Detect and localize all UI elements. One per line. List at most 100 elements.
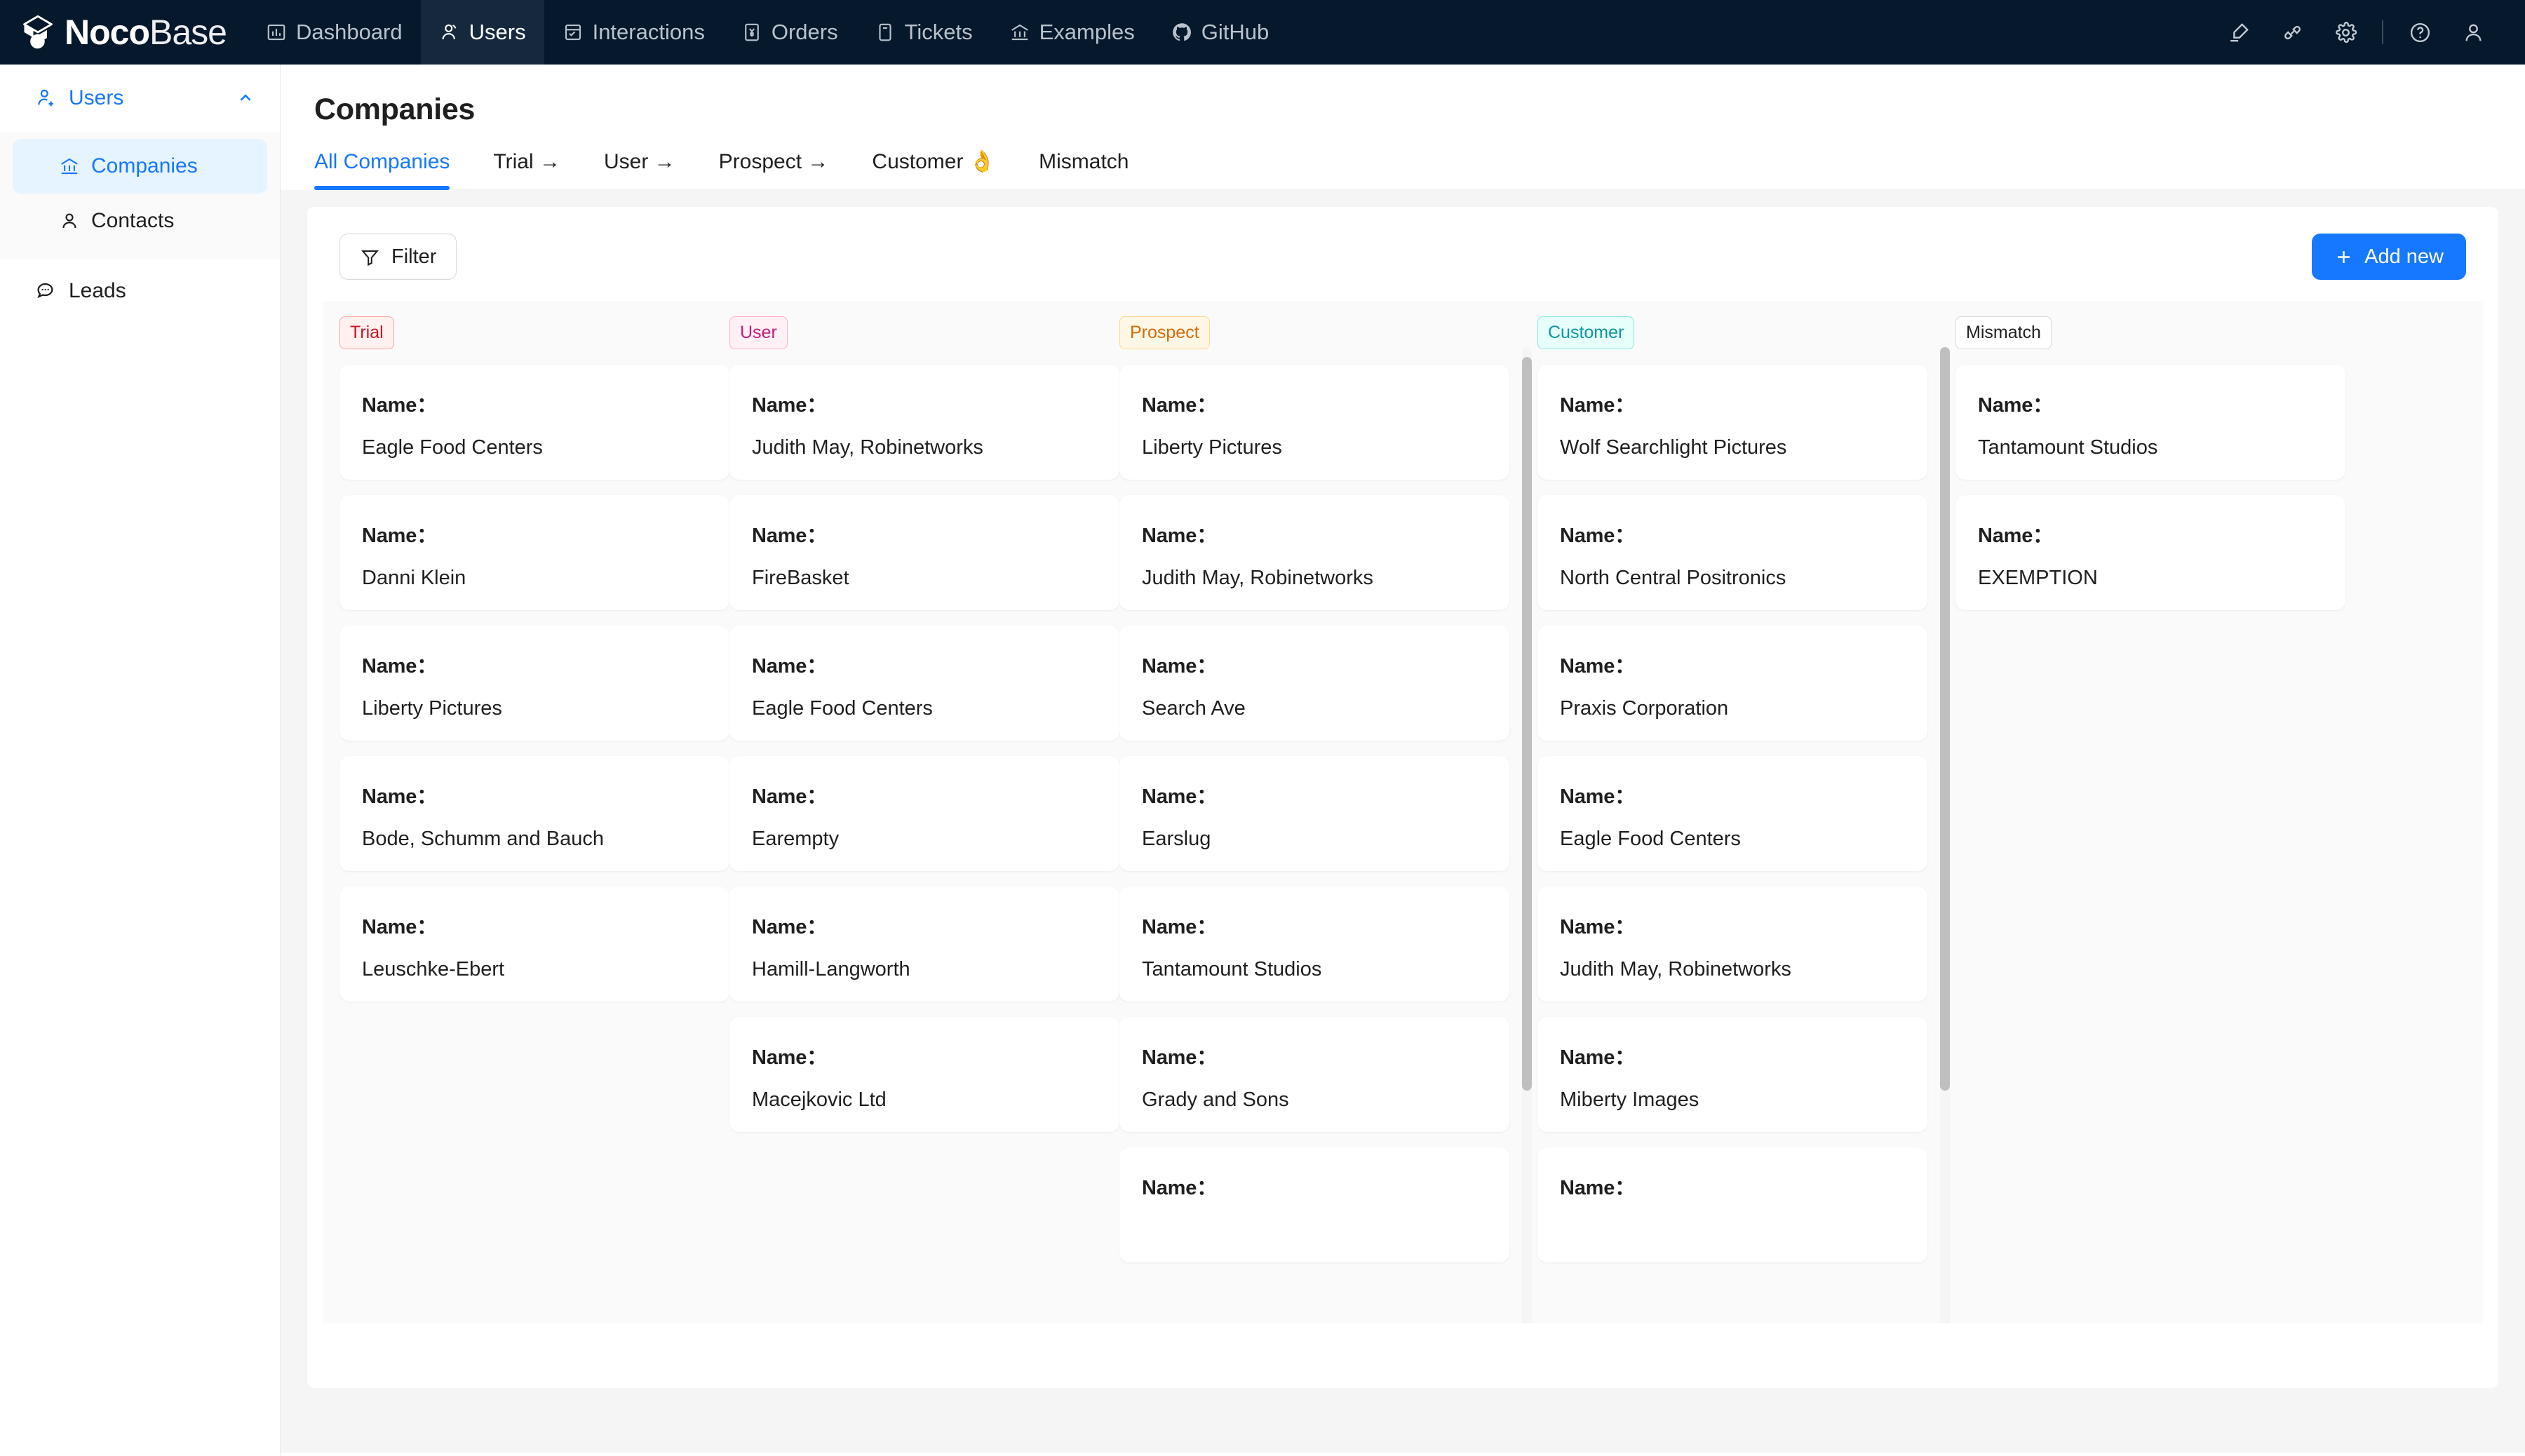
top-bar: NocoBase Dashboard Users Interactions Or… xyxy=(0,0,2525,65)
kanban-card[interactable]: Name： Macejkovic Ltd xyxy=(729,1017,1119,1132)
card-field-label: Name： xyxy=(752,786,827,808)
sidebar-group-users[interactable]: Users xyxy=(0,65,280,132)
tab-all-companies[interactable]: All Companies xyxy=(314,150,450,190)
chevron-up-icon[interactable] xyxy=(236,89,255,107)
kanban-column-badge-prospect[interactable]: Prospect xyxy=(1119,316,1210,349)
card-field-value: Earempty xyxy=(752,828,840,850)
help-button[interactable] xyxy=(2393,0,2446,65)
tab-user[interactable]: User → xyxy=(604,150,675,189)
nav-label-dashboard: Dashboard xyxy=(295,20,403,44)
sidebar-item-companies[interactable]: Companies xyxy=(13,139,267,194)
kanban-card[interactable]: Name： xyxy=(1537,1147,1927,1262)
nav-item-examples[interactable]: Examples xyxy=(991,0,1153,65)
kanban-card[interactable]: Name： Miberty Images xyxy=(1537,1017,1927,1132)
kanban-card[interactable]: Name： Eagle Food Centers xyxy=(729,626,1119,741)
tab-prospect[interactable]: Prospect → xyxy=(719,150,829,189)
card-field-label: Name： xyxy=(1142,655,1217,678)
sidebar-submenu: Companies Contacts xyxy=(0,132,280,259)
filter-button-label: Filter xyxy=(391,245,437,268)
tab-trial[interactable]: Trial → xyxy=(493,150,560,189)
users-icon xyxy=(442,24,456,40)
kanban-card[interactable]: Name： Bode, Schumm and Bauch xyxy=(339,756,729,871)
logo-noco: Noco xyxy=(65,13,150,52)
plus-icon xyxy=(2338,250,2350,263)
nav-item-interactions[interactable]: Interactions xyxy=(544,0,723,65)
tab-mismatch[interactable]: Mismatch xyxy=(1039,150,1129,189)
help-icon xyxy=(2410,22,2430,42)
kanban-card[interactable]: Name： Judith May, Robinetworks xyxy=(1119,495,1509,610)
kanban-card[interactable]: Name： Eagle Food Centers xyxy=(1537,756,1927,871)
bank-icon xyxy=(1011,24,1028,41)
logo-wordmark: NocoBase xyxy=(65,15,227,50)
plugin-button[interactable] xyxy=(2265,0,2319,65)
kanban-card[interactable]: Name： Liberty Pictures xyxy=(339,626,729,741)
card-field-value: Praxis Corporation xyxy=(1560,697,1729,720)
card-field-value: Bode, Schumm and Bauch xyxy=(362,828,604,850)
top-navigation: Dashboard Users Interactions Orders Tick… xyxy=(248,0,1287,65)
kanban-card[interactable]: Name： Earslug xyxy=(1119,756,1509,871)
kanban-card[interactable]: Name： Judith May, Robinetworks xyxy=(729,365,1119,480)
kanban-card[interactable]: Name： Eagle Food Centers xyxy=(339,365,729,480)
card-field-label: Name： xyxy=(1142,394,1217,417)
card-field-label: Name： xyxy=(1560,525,1635,547)
nav-item-users[interactable]: Users xyxy=(420,0,544,65)
app-logo[interactable]: NocoBase xyxy=(0,0,248,65)
nav-item-orders[interactable]: Orders xyxy=(723,0,856,65)
kanban-card[interactable]: Name： North Central Positronics xyxy=(1537,495,1927,610)
card-field-value: North Central Positronics xyxy=(1560,567,1786,589)
card-field-label: Name： xyxy=(1142,1177,1217,1199)
companies-panel: Filter Add new Trial Name： Eagle Food Ce… xyxy=(307,207,2498,1388)
kanban-card[interactable]: Name： Search Ave xyxy=(1119,626,1509,741)
highlighter-button[interactable] xyxy=(2212,0,2265,65)
sidebar-item-leads[interactable]: Leads xyxy=(0,259,280,323)
card-field-label: Name： xyxy=(752,916,827,938)
kanban-card[interactable]: Name： Liberty Pictures xyxy=(1119,365,1509,480)
settings-button[interactable] xyxy=(2319,0,2372,65)
kanban-column-badge-trial[interactable]: Trial xyxy=(339,316,394,349)
nav-item-github[interactable]: GitHub xyxy=(1153,0,1287,65)
sidebar-item-contacts[interactable]: Contacts xyxy=(13,194,267,248)
highlighter-icon xyxy=(2230,22,2249,41)
card-field-value: Tantamount Studios xyxy=(1978,436,2158,459)
nav-label-users: Users xyxy=(469,20,526,44)
kanban-cards-user: Name： Judith May, Robinetworks Name： Fir… xyxy=(729,365,1119,1132)
card-field-value: Liberty Pictures xyxy=(362,697,502,720)
nav-item-dashboard[interactable]: Dashboard xyxy=(248,0,421,65)
kanban-card[interactable]: Name： EXEMPTION xyxy=(1955,495,2345,610)
kanban-card[interactable]: Name： Grady and Sons xyxy=(1119,1017,1509,1132)
tab-customer[interactable]: Customer 👌 xyxy=(872,149,995,189)
kanban-column-mismatch: Mismatch Name： Tantamount Studios Name： … xyxy=(1939,316,2345,1323)
card-field-value: Liberty Pictures xyxy=(1142,436,1282,459)
kanban-card[interactable]: Name： Tantamount Studios xyxy=(1955,365,2345,480)
card-field-value: EXEMPTION xyxy=(1978,567,2098,589)
kanban-column-badge-customer[interactable]: Customer xyxy=(1537,316,1635,349)
add-new-button[interactable]: Add new xyxy=(2312,234,2466,280)
card-field-label: Name： xyxy=(362,786,437,808)
card-field-label: Name： xyxy=(1142,525,1217,547)
kanban-card[interactable]: Name： Leuschke-Ebert xyxy=(339,887,729,1002)
page-tabs: All Companies Trial → User → Prospect → … xyxy=(314,149,2525,190)
page-title: Companies xyxy=(314,93,476,126)
user-avatar-button[interactable] xyxy=(2446,0,2500,65)
kanban-card[interactable]: Name： xyxy=(1119,1147,1509,1262)
card-field-value: Eagle Food Centers xyxy=(752,697,933,720)
kanban-cards-prospect: Name： Liberty Pictures Name： Judith May,… xyxy=(1119,365,1521,1262)
kanban-card[interactable]: Name： Praxis Corporation xyxy=(1537,626,1927,741)
sidebar-item-contacts-label: Contacts xyxy=(91,209,175,232)
kanban-card[interactable]: Name： Tantamount Studios xyxy=(1119,887,1509,1002)
card-field-value: FireBasket xyxy=(752,567,849,589)
kanban-card[interactable]: Name： Earempty xyxy=(729,756,1119,871)
topbar-divider xyxy=(2382,20,2383,44)
kanban-card[interactable]: Name： Judith May, Robinetworks xyxy=(1537,887,1927,1002)
kanban-card[interactable]: Name： FireBasket xyxy=(729,495,1119,610)
kanban-card[interactable]: Name： Wolf Searchlight Pictures xyxy=(1537,365,1927,480)
kanban-card[interactable]: Name： Hamill-Langworth xyxy=(729,887,1119,1002)
ticket-icon xyxy=(879,23,891,41)
nav-item-tickets[interactable]: Tickets xyxy=(856,0,991,65)
kanban-column-badge-user[interactable]: User xyxy=(729,316,788,349)
github-icon xyxy=(1172,23,1191,41)
sidebar: Users Companies Contacts Leads xyxy=(0,65,281,1456)
kanban-column-badge-mismatch[interactable]: Mismatch xyxy=(1955,316,2052,349)
kanban-card[interactable]: Name： Danni Klein xyxy=(339,495,729,610)
filter-button[interactable]: Filter xyxy=(339,234,457,280)
